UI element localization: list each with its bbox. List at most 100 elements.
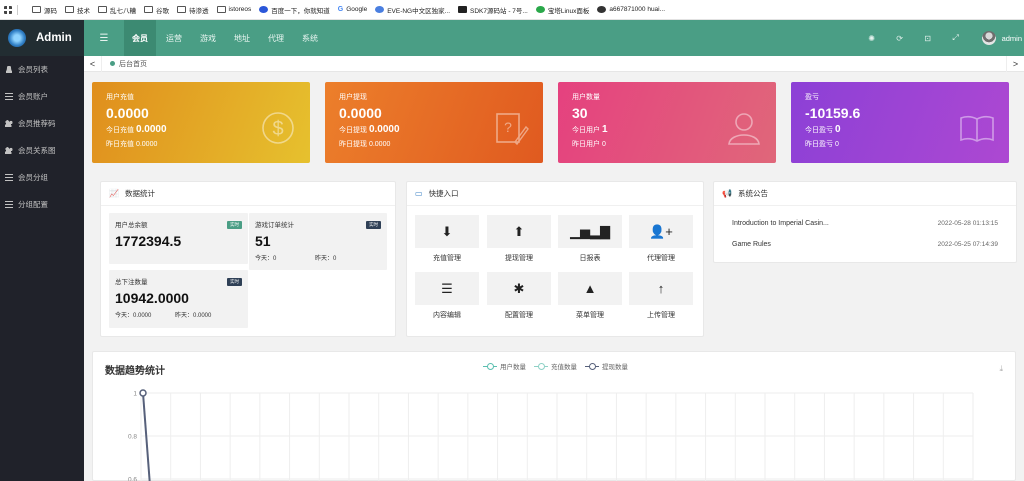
quick-agent[interactable]: 👤+ 代理管理 <box>629 215 693 263</box>
stat-value: 10942.0000 <box>115 290 189 306</box>
realtime-badge: 实时 <box>366 221 381 229</box>
arrow-up-icon: ↑ <box>629 272 693 305</box>
notice-item[interactable]: Introduction to Imperial Casin... 2022-05… <box>714 220 1016 227</box>
tree-icon: ▲ <box>558 272 622 305</box>
quick-menu[interactable]: ▲ 菜单管理 <box>558 272 622 320</box>
realtime-badge: 实时 <box>227 278 242 286</box>
menu-icon: ☰ <box>99 32 109 44</box>
svg-text:?: ? <box>504 119 512 135</box>
page-tab-home[interactable]: 后台首页 <box>102 56 155 72</box>
bookmark-google[interactable]: G Google <box>338 6 367 13</box>
logo-icon <box>8 29 26 47</box>
bookmark-folder[interactable]: 谷歌 <box>144 5 169 15</box>
folder-icon <box>144 6 153 13</box>
upload-icon: ⬆ <box>487 215 551 248</box>
tab-system[interactable]: 系统 <box>294 20 326 56</box>
quick-daily-report[interactable]: ▁▅▂▇ 日报表 <box>558 215 622 263</box>
username[interactable]: admin <box>1002 34 1022 43</box>
sidebar-item-member-group[interactable]: 会员分组 <box>0 164 84 191</box>
list-icon <box>5 201 13 208</box>
fullscreen-icon[interactable]: ⤢ <box>942 33 970 43</box>
github-icon <box>597 6 607 13</box>
quick-config[interactable]: ✱ 配置管理 <box>487 272 551 320</box>
add-user-icon: 👤+ <box>629 215 693 248</box>
bookmark-baidu[interactable]: 百度一下，你就知道 <box>259 5 330 15</box>
bookmark-sdk7[interactable]: SDK7源码站 - 7号... <box>458 5 528 15</box>
quick-recharge[interactable]: ⬇ 充值管理 <box>415 215 479 263</box>
google-icon: G <box>337 6 344 13</box>
stat-title: 总下注数量 <box>115 279 148 286</box>
folder-icon <box>32 6 41 13</box>
apps-grid-icon <box>4 5 12 14</box>
system-notice-panel: 📢 系统公告 Introduction to Imperial Casin... 2… <box>713 181 1017 263</box>
sidebar-item-group-config[interactable]: 分组配置 <box>0 191 84 218</box>
user-icon <box>5 66 13 73</box>
edit-question-icon: ? <box>496 113 529 146</box>
list-icon <box>5 174 13 181</box>
stat-title: 用户总余额 <box>115 222 148 229</box>
quick-upload[interactable]: ↑ 上传管理 <box>629 272 693 320</box>
header-actions: ✺ ⟳ ⊡ ⤢ admin <box>858 20 1024 56</box>
sidebar-item-referral-code[interactable]: 会员推荐码 <box>0 110 84 137</box>
bookmark-user[interactable]: a667871000 huai... <box>597 6 665 13</box>
site-icon <box>458 6 468 13</box>
user-icon <box>728 113 760 145</box>
book-icon <box>960 115 994 142</box>
asterisk-icon: ✱ <box>487 272 551 305</box>
trend-chart: 1 0.8 0.6 <box>128 389 974 481</box>
stat-value: 51 <box>255 233 271 249</box>
theme-icon[interactable]: ✺ <box>858 34 886 43</box>
active-dot-icon <box>110 61 115 66</box>
data-point <box>139 389 147 397</box>
bookmark-eveng[interactable]: EVE-NG中文区独家... <box>375 5 450 15</box>
users-icon <box>5 120 13 127</box>
top-header: ☰ 会员 运营 游戏 地址 代理 系统 ✺ ⟳ ⊡ ⤢ admin <box>84 20 1024 56</box>
sidebar: Admin 会员列表 会员账户 会员推荐码 会员关系图 会员分组 分组配置 <box>0 20 84 481</box>
sidebar-item-member-account[interactable]: 会员账户 <box>0 83 84 110</box>
bookmark-baota[interactable]: 宝塔Linux面板 <box>535 5 589 15</box>
quick-entry-panel: ▭ 快捷入口 ⬇ 充值管理 ⬆ 提现管理 ▁▅▂▇ 日报表 👤+ 代理管理 ☰ 内容编辑 ✱… <box>406 181 704 337</box>
quick-content-edit[interactable]: ☰ 内容编辑 <box>415 272 479 320</box>
apps-bookmark[interactable] <box>4 4 24 15</box>
realtime-badge: 实时 <box>227 221 242 229</box>
bookmark-folder[interactable]: 待渗透 <box>177 5 209 15</box>
panel-header: ▭ 快捷入口 <box>407 182 703 206</box>
tab-agent[interactable]: 代理 <box>260 20 292 56</box>
withdraw-card: 用户提现 0.0000 今日提现 0.0000 昨日提现 0.0000 ? <box>325 82 543 163</box>
folder-icon <box>177 6 186 13</box>
stat-value: 1772394.5 <box>115 233 182 249</box>
total-bets-box: 总下注数量 实时 10942.0000 今天：0.0000 昨天：0.0000 <box>109 270 248 328</box>
avatar[interactable] <box>981 31 996 45</box>
card-icon: ▭ <box>415 189 423 198</box>
tabs-prev-button[interactable]: < <box>84 55 102 72</box>
clear-cache-icon[interactable]: ⊡ <box>914 34 942 43</box>
tabs-next-button[interactable]: > <box>1006 55 1024 72</box>
bar-chart-icon: ▁▅▂▇ <box>558 215 622 248</box>
bookmark-folder[interactable]: 乱七八糟 <box>98 5 136 15</box>
sidebar-item-relationship[interactable]: 会员关系图 <box>0 137 84 164</box>
panel-header: 📈 数据统计 <box>101 182 395 206</box>
bookmark-folder[interactable]: 技术 <box>65 5 90 15</box>
bookmark-folder[interactable]: 源码 <box>32 5 57 15</box>
tab-operations[interactable]: 运营 <box>158 20 190 56</box>
site-icon <box>375 6 385 13</box>
notice-item[interactable]: Game Rules 2022-05-25 07:14:39 <box>714 241 1016 248</box>
card-title: 用户数量 <box>572 94 600 101</box>
menu-toggle-button[interactable]: ☰ <box>84 20 124 56</box>
quick-withdraw[interactable]: ⬆ 提现管理 <box>487 215 551 263</box>
tab-member[interactable]: 会员 <box>124 20 156 56</box>
folder-icon <box>98 6 107 13</box>
bookmark-folder[interactable]: istoreos <box>216 6 251 13</box>
logo[interactable]: Admin <box>0 20 84 56</box>
list-icon: ☰ <box>415 272 479 305</box>
baota-icon <box>535 6 545 13</box>
y-tick-label: 1 <box>133 391 137 398</box>
tab-games[interactable]: 游戏 <box>192 20 224 56</box>
panel-header: 📢 系统公告 <box>714 182 1016 206</box>
refresh-icon[interactable]: ⟳ <box>886 34 914 43</box>
download-icon: ⬇ <box>415 215 479 248</box>
tab-address[interactable]: 地址 <box>226 20 258 56</box>
recharge-card: 用户充值 0.0000 今日充值 0.0000 昨日充值 0.0000 $ <box>92 82 310 163</box>
series-line <box>142 392 151 481</box>
sidebar-item-member-list[interactable]: 会员列表 <box>0 56 84 83</box>
